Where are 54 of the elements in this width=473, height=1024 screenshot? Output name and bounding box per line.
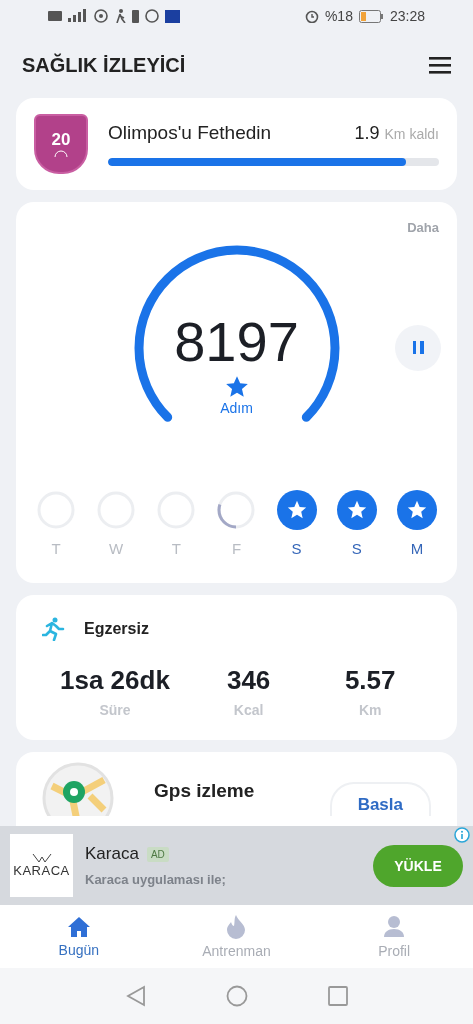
ad-banner[interactable]: KARACA Karaca AD Karaca uygulaması ile; YÜKLE [0, 826, 473, 905]
app-title: SAĞLIK İZLEYİCİ [22, 53, 186, 77]
signal-icon [48, 9, 88, 24]
battery-percent: %18 [324, 8, 353, 25]
stat-label: Km [358, 702, 382, 718]
home-icon [66, 915, 91, 938]
gps-title: Gps izleme [154, 780, 256, 802]
star-icon [345, 499, 368, 521]
day-label: W [109, 540, 124, 557]
back-icon[interactable] [125, 985, 146, 1007]
step-label: Adım [220, 400, 253, 416]
pause-button[interactable] [395, 324, 441, 371]
clock-time: 23:28 [389, 8, 425, 25]
stat-label: Kcal [233, 702, 264, 718]
exercise-title: Egzersiz [84, 620, 149, 638]
star-icon [285, 499, 308, 521]
ad-title: Karaca [85, 844, 139, 864]
ad-badge: AD [146, 846, 169, 862]
stat-label: Süre [99, 702, 131, 718]
home-circle-icon[interactable] [225, 985, 248, 1007]
battery-small-icon [132, 9, 139, 23]
nav-tab[interactable]: Bugün [18, 914, 139, 959]
info-icon[interactable] [454, 827, 470, 843]
walking-icon [114, 9, 126, 24]
day-label: T [171, 540, 181, 557]
level-badge: 20 [34, 114, 88, 174]
running-icon [42, 617, 66, 641]
challenge-title: Olimpos'u Fethedin [108, 122, 272, 144]
stat-value: 346 [226, 665, 271, 696]
start-button[interactable]: Basla [329, 782, 431, 816]
day-label: M [410, 540, 424, 557]
ad-text: Karaca uygulaması ile; [85, 872, 227, 887]
alarm-icon [304, 9, 319, 24]
stat-value: 1sa 26dk [60, 665, 170, 696]
step-count: 8197 [174, 309, 299, 374]
menu-icon[interactable] [429, 56, 451, 75]
challenge-card[interactable]: 20 Olimpos'u Fethedin 1.9 Km kaldı [16, 98, 457, 190]
day-label: S [351, 540, 362, 557]
stat-value: 5.57 [344, 665, 396, 696]
day-label: T [51, 540, 61, 557]
exercise-card[interactable]: Egzersiz 1sa 26dk Süre 346 Kcal 5.57 Km [16, 595, 457, 740]
day-progress-ring [216, 490, 257, 530]
battery-icon [358, 9, 384, 23]
distance-remaining: 1.9 [354, 123, 380, 143]
star-icon [405, 499, 428, 521]
install-button[interactable]: YÜKLE [373, 844, 463, 887]
hotspot-icon [94, 9, 108, 24]
advertiser-logo: KARACA [10, 834, 73, 897]
flame-icon [226, 914, 247, 939]
recent-apps-icon[interactable] [327, 986, 348, 1006]
person-icon [383, 914, 406, 939]
day-label: F [231, 540, 242, 557]
day-label: S [291, 540, 302, 557]
distance-unit: Km kaldı [384, 126, 439, 142]
